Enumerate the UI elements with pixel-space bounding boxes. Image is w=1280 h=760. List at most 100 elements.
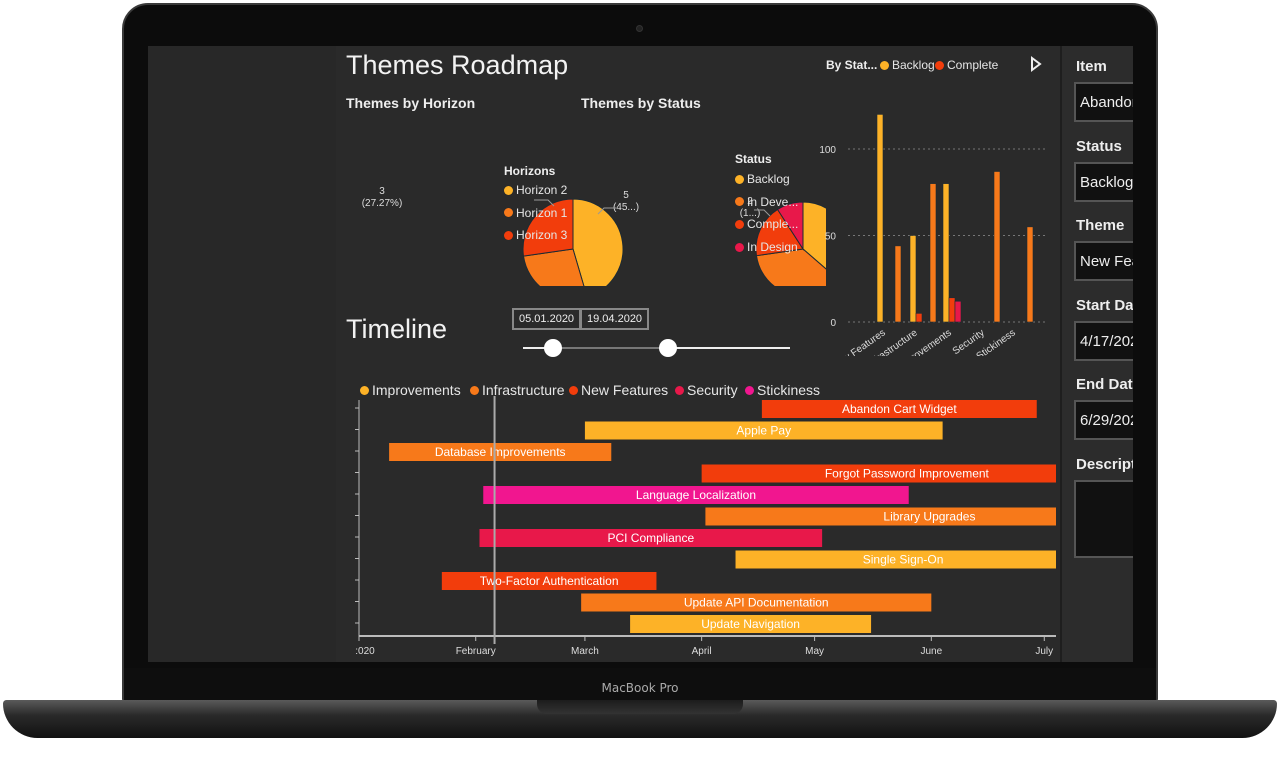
legend-label: Horizon 3 bbox=[516, 228, 568, 243]
x-tick-label: :020 bbox=[355, 646, 375, 657]
legend-dot bbox=[880, 60, 889, 70]
bar-legend-backlog[interactable]: Backlog bbox=[880, 58, 935, 72]
legend-dot bbox=[735, 242, 744, 252]
gantt-chart: Abandon Cart Widget Apple Pay Database Imp… bbox=[355, 396, 1056, 657]
gantt-bar-label: Two-Factor Authentication bbox=[480, 574, 619, 588]
pie-pct-label: (45...) bbox=[613, 202, 639, 213]
field-label: Theme bbox=[1076, 217, 1125, 234]
field-value-description[interactable] bbox=[1074, 479, 1133, 558]
field-value-end-date[interactable]: 6/29/2020 bbox=[1074, 400, 1133, 440]
pie-data-label: 3 bbox=[379, 186, 385, 197]
device-brand: MacBook Pro bbox=[601, 681, 679, 695]
date-range-slider[interactable] bbox=[518, 336, 798, 360]
bar-legend-complete[interactable]: Complete bbox=[935, 58, 998, 72]
dashboard-screen: Themes Roadmap Themes by Horizon Themes … bbox=[148, 46, 1133, 662]
legend-label: Complete bbox=[947, 58, 999, 72]
legend-item[interactable]: In Deve... bbox=[735, 195, 798, 209]
legend-label: Horizon 1 bbox=[516, 205, 568, 220]
bar-legend-title: By Stat... bbox=[826, 58, 878, 72]
laptop-notch bbox=[537, 700, 743, 714]
status-legend-title: Status bbox=[735, 152, 772, 166]
x-tick-label: February bbox=[456, 646, 496, 657]
timeline-title: Timeline bbox=[346, 314, 448, 344]
gantt-bar-label: Abandon Cart Widget bbox=[842, 402, 957, 416]
field-label: End Date bbox=[1076, 376, 1133, 393]
field-value-item[interactable]: Abandon Cart Widget bbox=[1074, 82, 1133, 122]
gantt-bar-label: Update Navigation bbox=[701, 617, 800, 631]
legend-item[interactable]: Comple... bbox=[735, 217, 798, 231]
legend-item[interactable]: In Design bbox=[735, 240, 798, 254]
legend-item[interactable]: Horizon 1 bbox=[504, 206, 567, 220]
bar[interactable] bbox=[948, 297, 956, 323]
legend-dot bbox=[735, 219, 744, 229]
field-label: Description bbox=[1076, 455, 1133, 473]
field-label: Item bbox=[1076, 58, 1107, 75]
field-label: Status bbox=[1076, 137, 1122, 155]
bar[interactable] bbox=[942, 183, 950, 323]
field-label: Start Date bbox=[1076, 296, 1133, 314]
x-tick-label: July bbox=[1035, 646, 1053, 657]
field-value-status[interactable]: Backlog bbox=[1074, 161, 1133, 202]
legend-label: Backlog bbox=[892, 58, 935, 72]
legend-label: Backlog bbox=[747, 172, 790, 186]
legend-item[interactable]: Horizon 2 bbox=[504, 183, 567, 197]
legend-item[interactable]: Backlog bbox=[735, 172, 790, 186]
y-tick-label: 50 bbox=[825, 232, 837, 243]
bar[interactable] bbox=[894, 245, 902, 323]
legend-label: In Design bbox=[747, 240, 798, 255]
legend-dot bbox=[504, 230, 513, 240]
field-value-start-date[interactable]: 4/17/2020 bbox=[1074, 320, 1133, 361]
legend-dot bbox=[675, 385, 684, 395]
y-tick-label: 0 bbox=[830, 318, 836, 329]
bar[interactable] bbox=[909, 235, 917, 323]
slider-start-handle[interactable] bbox=[544, 339, 562, 357]
legend-label: In Deve... bbox=[747, 194, 799, 209]
y-tick-label: 100 bbox=[819, 145, 836, 156]
gantt-bar-label: Single Sign-On bbox=[863, 553, 944, 567]
legend-label: Horizon 2 bbox=[516, 183, 568, 197]
x-tick-label: April bbox=[692, 646, 712, 657]
bar[interactable] bbox=[954, 300, 962, 323]
pie-pct-label: (27.27%) bbox=[362, 198, 403, 209]
page-title: Themes Roadmap bbox=[346, 50, 569, 80]
gantt-bar-label: PCI Compliance bbox=[607, 531, 694, 545]
legend-next-arrow-icon[interactable] bbox=[1030, 56, 1042, 72]
gantt-bar[interactable] bbox=[705, 507, 1056, 526]
x-tick-label: March bbox=[571, 646, 599, 657]
horizon-legend-title: Horizons bbox=[504, 164, 556, 178]
legend-dot bbox=[735, 197, 744, 207]
legend-dot bbox=[935, 60, 944, 70]
slider-end-handle[interactable] bbox=[659, 339, 677, 357]
legend-dot bbox=[745, 385, 754, 395]
bar[interactable] bbox=[876, 114, 884, 323]
gantt-bar-label: Update API Documentation bbox=[684, 596, 829, 610]
legend-dot bbox=[569, 385, 578, 395]
legend-dot bbox=[504, 208, 513, 218]
camera bbox=[636, 25, 643, 32]
gantt-bar-label: Database Improvements bbox=[435, 445, 566, 459]
legend-label: Comple... bbox=[747, 217, 799, 232]
gantt-bar-label: Apple Pay bbox=[736, 424, 791, 438]
x-tick-label: May bbox=[805, 646, 824, 657]
bar[interactable] bbox=[993, 171, 1001, 323]
bar[interactable] bbox=[929, 183, 937, 323]
bar-chart: 050100New FeaturesInfrastructureImprovem… bbox=[819, 114, 1048, 356]
field-value-theme[interactable]: New Features bbox=[1074, 241, 1133, 281]
bar[interactable] bbox=[1026, 226, 1034, 323]
horizon-pie-title: Themes by Horizon bbox=[346, 95, 476, 111]
legend-dot bbox=[470, 385, 479, 395]
pie-data-label: 5 bbox=[623, 190, 629, 201]
legend-dot bbox=[360, 385, 369, 395]
details-panel: Item Abandon Cart Widget Status Backlog Them… bbox=[1060, 46, 1133, 662]
legend-item[interactable]: Horizon 3 bbox=[504, 228, 567, 242]
bar[interactable] bbox=[915, 313, 923, 323]
status-pie-title: Themes by Status bbox=[581, 95, 701, 111]
x-tick-label: June bbox=[920, 646, 942, 657]
slicer-end-date[interactable]: 19.04.2020 bbox=[580, 308, 650, 330]
legend-dot bbox=[504, 185, 513, 195]
slicer-start-date[interactable]: 05.01.2020 bbox=[512, 308, 582, 330]
gantt-bar-label: Library Upgrades bbox=[883, 510, 975, 524]
gantt-bar-label: Language Localization bbox=[636, 488, 756, 502]
left-pane bbox=[148, 46, 336, 662]
gantt-bar-label: Forgot Password Improvement bbox=[825, 467, 990, 481]
